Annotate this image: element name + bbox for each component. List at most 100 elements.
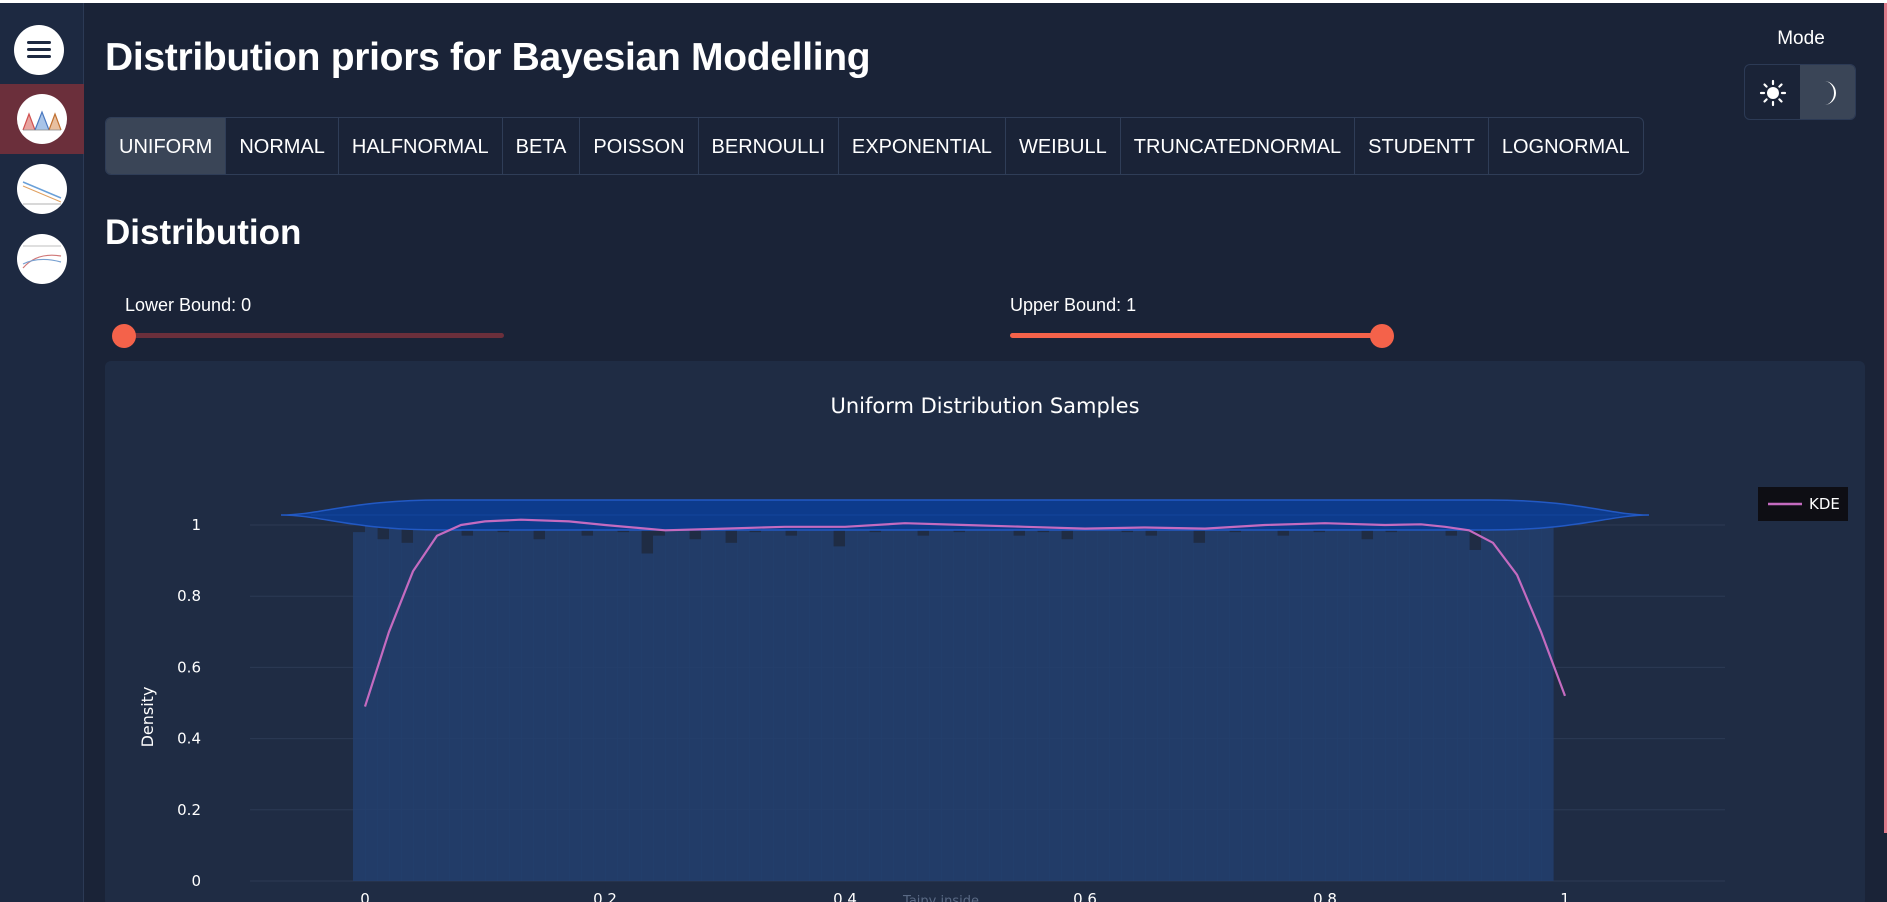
upper-bound-slider[interactable]: [1010, 323, 1402, 348]
histogram-bar: [665, 525, 678, 881]
bar: [27, 55, 51, 58]
histogram-bar: [1409, 507, 1422, 881]
histogram-bar: [377, 539, 390, 881]
tab-uniform[interactable]: UNIFORM: [106, 118, 227, 174]
distribution-chart[interactable]: Uniform Distribution Samples 0 0.2 0.4 0.6 0.…: [105, 361, 1865, 902]
histogram-bar: [1301, 521, 1314, 881]
lower-bound-handle[interactable]: [112, 324, 136, 348]
histogram-bar: [1265, 510, 1278, 881]
histogram-bar: [401, 542, 414, 881]
histogram-bar: [557, 528, 570, 881]
distributions-thumbnail[interactable]: [17, 94, 67, 144]
tab-truncatednormal[interactable]: TRUNCATEDNORMAL: [1121, 118, 1356, 174]
histogram-bar: [1241, 517, 1254, 881]
histogram-bar: [1001, 517, 1014, 881]
histogram-bar: [761, 521, 774, 881]
y-axis-label: Density: [138, 687, 157, 748]
sun-icon: [1759, 79, 1786, 107]
histogram-bar: [1457, 517, 1470, 881]
histogram-bar: [413, 510, 426, 881]
x-tick-label: 0: [360, 890, 370, 902]
histogram-bar: [917, 535, 930, 881]
histogram-bar: [1157, 525, 1170, 881]
mode-toggle[interactable]: [1744, 64, 1856, 120]
y-tick-label: 1: [191, 516, 201, 534]
histogram-bar: [485, 514, 498, 881]
histogram-bar: [785, 535, 798, 881]
histogram-bar: [737, 514, 750, 881]
histogram-bar: [1181, 528, 1194, 881]
lower-bound-slider[interactable]: [112, 323, 504, 348]
histogram-bar: [1169, 517, 1182, 881]
histogram-bar: [833, 546, 846, 881]
legend-kde-label: KDE: [1809, 495, 1840, 513]
sidebar-item-distributions[interactable]: [0, 84, 84, 154]
histogram-bar: [1433, 525, 1446, 881]
tab-exponential[interactable]: EXPONENTIAL: [839, 118, 1006, 174]
chart-title: Uniform Distribution Samples: [830, 394, 1139, 418]
tab-bernoulli[interactable]: BERNOULLI: [699, 118, 839, 174]
histogram-bar: [449, 507, 462, 881]
tab-studentt[interactable]: STUDENTT: [1355, 118, 1489, 174]
y-tick-label: 0.2: [177, 801, 201, 819]
histogram-bar: [1061, 539, 1074, 881]
histogram-bar: [1229, 532, 1242, 881]
histogram-bar: [1025, 521, 1038, 881]
histogram-bar: [581, 535, 594, 881]
x-tick-label: 0.4: [833, 890, 857, 902]
histogram-bar: [1361, 539, 1374, 881]
histogram-bar: [677, 517, 690, 881]
tab-halfnormal[interactable]: HALFNORMAL: [339, 118, 503, 174]
histogram-bar: [353, 532, 366, 881]
y-tick-label: 0.4: [177, 730, 201, 748]
histogram-bar: [725, 542, 738, 881]
histogram-bar: [1313, 532, 1326, 881]
histogram-bar: [1109, 521, 1122, 881]
lower-bound-track[interactable]: [115, 333, 504, 338]
page-title: Distribution priors for Bayesian Modelli…: [105, 36, 871, 79]
histogram-bar: [509, 521, 522, 881]
tab-weibull[interactable]: WEIBULL: [1006, 118, 1121, 174]
light-mode-button[interactable]: [1745, 65, 1800, 119]
histogram-bar: [629, 521, 642, 881]
tab-beta[interactable]: BETA: [503, 118, 581, 174]
histogram-bar: [1145, 535, 1158, 881]
upper-bound-handle[interactable]: [1370, 324, 1394, 348]
upper-bound-track[interactable]: [1010, 333, 1382, 338]
x-tick-label: 0.2: [593, 890, 617, 902]
histogram-bar: [425, 528, 438, 881]
histogram-bar: [1481, 525, 1494, 881]
histogram-bar: [845, 525, 858, 881]
histogram-bar: [461, 535, 474, 881]
histogram-bar: [1277, 535, 1290, 881]
histogram-bar: [893, 528, 906, 881]
histogram-bar: [965, 514, 978, 881]
hamburger-menu-icon[interactable]: [14, 25, 64, 75]
histogram-bar: [437, 521, 450, 881]
histogram-bar: [797, 517, 810, 881]
regression-thumbnail[interactable]: [17, 164, 67, 214]
histogram-bar: [617, 532, 630, 881]
histogram-bar: [1085, 525, 1098, 881]
histogram-bar: [809, 528, 822, 881]
tab-lognormal[interactable]: LOGNORMAL: [1489, 118, 1643, 174]
histogram-bar: [1469, 549, 1482, 881]
sidebar-item-regression[interactable]: [0, 154, 84, 224]
dark-mode-button[interactable]: [1800, 65, 1855, 119]
histogram-bar: [869, 532, 882, 881]
histogram-bar: [1421, 528, 1434, 881]
tab-poisson[interactable]: POISSON: [580, 118, 699, 174]
x-axis-label: Taipy inside: [902, 894, 979, 902]
histogram-bar: [749, 532, 762, 881]
sidebar-item-curves[interactable]: [0, 224, 84, 294]
histogram-bar: [905, 503, 918, 881]
histogram-bar: [941, 525, 954, 881]
tab-normal[interactable]: NORMAL: [226, 118, 339, 174]
section-title: Distribution: [105, 213, 302, 252]
main-content: Distribution priors for Bayesian Modelli…: [105, 3, 1865, 902]
histogram-bar: [1049, 525, 1062, 881]
curves-thumbnail[interactable]: [17, 234, 67, 284]
histogram-bar: [1205, 521, 1218, 881]
chart-card: Uniform Distribution Samples 0 0.2 0.4 0.6 0.…: [105, 361, 1865, 902]
histogram-bar: [1073, 517, 1086, 881]
